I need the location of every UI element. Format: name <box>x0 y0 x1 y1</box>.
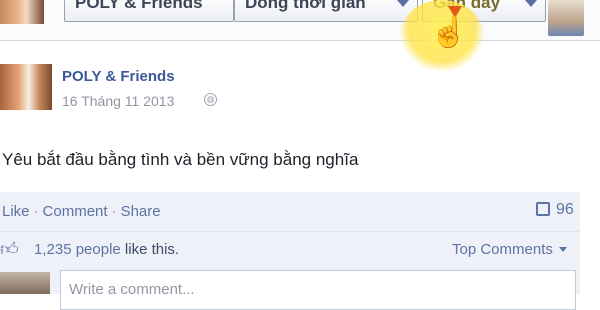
separator: · <box>33 203 39 220</box>
chevron-down-icon <box>558 247 567 252</box>
top-comments-label: Top Comments <box>452 241 553 258</box>
comment-count[interactable]: 96 <box>536 201 574 219</box>
hand-cursor-icon: ☝ <box>430 16 468 49</box>
page-filter-label: POLY & Friends <box>75 0 203 12</box>
post-actions: Like · Comment · Share <box>2 203 161 220</box>
like-link[interactable]: Like <box>2 203 30 220</box>
commenter-avatar <box>0 272 50 294</box>
post-author-avatar[interactable] <box>0 64 52 110</box>
likes-count-link[interactable]: 1,235 people <box>34 241 121 258</box>
timeline-filter-button[interactable]: Dòng thời gian <box>234 0 418 22</box>
page-thumbnail <box>0 0 44 24</box>
user-avatar[interactable] <box>548 0 584 36</box>
comment-count-value: 96 <box>556 201 574 218</box>
timeline-filter-label: Dòng thời gian <box>245 0 366 12</box>
globe-icon: ◍ <box>204 93 217 106</box>
likes-summary: 1,235 people like this. <box>34 241 179 258</box>
post-date[interactable]: 16 Tháng 11 2013 <box>62 93 174 109</box>
comment-link[interactable]: Comment <box>43 203 108 220</box>
likes-suffix: like this. <box>120 241 180 258</box>
like-thumb-icon: 👍︎ <box>0 239 19 259</box>
dropdown-arrow-icon <box>397 0 409 7</box>
top-comments-dropdown[interactable]: Top Comments <box>452 241 567 258</box>
share-link[interactable]: Share <box>121 203 161 220</box>
post-author-name[interactable]: POLY & Friends <box>62 68 175 85</box>
post-message: Yêu bắt đầu bằng tình và bền vững bằng n… <box>2 150 359 169</box>
comment-bubble-icon <box>536 202 550 216</box>
separator: · <box>111 203 117 220</box>
page-filter-button[interactable]: POLY & Friends <box>64 0 234 22</box>
comment-input[interactable]: Write a comment... <box>60 270 576 310</box>
top-toolbar: POLY & Friends Dòng thời gian Gần đây <box>0 0 600 41</box>
dropdown-arrow-icon <box>525 0 537 7</box>
divider <box>0 231 580 232</box>
